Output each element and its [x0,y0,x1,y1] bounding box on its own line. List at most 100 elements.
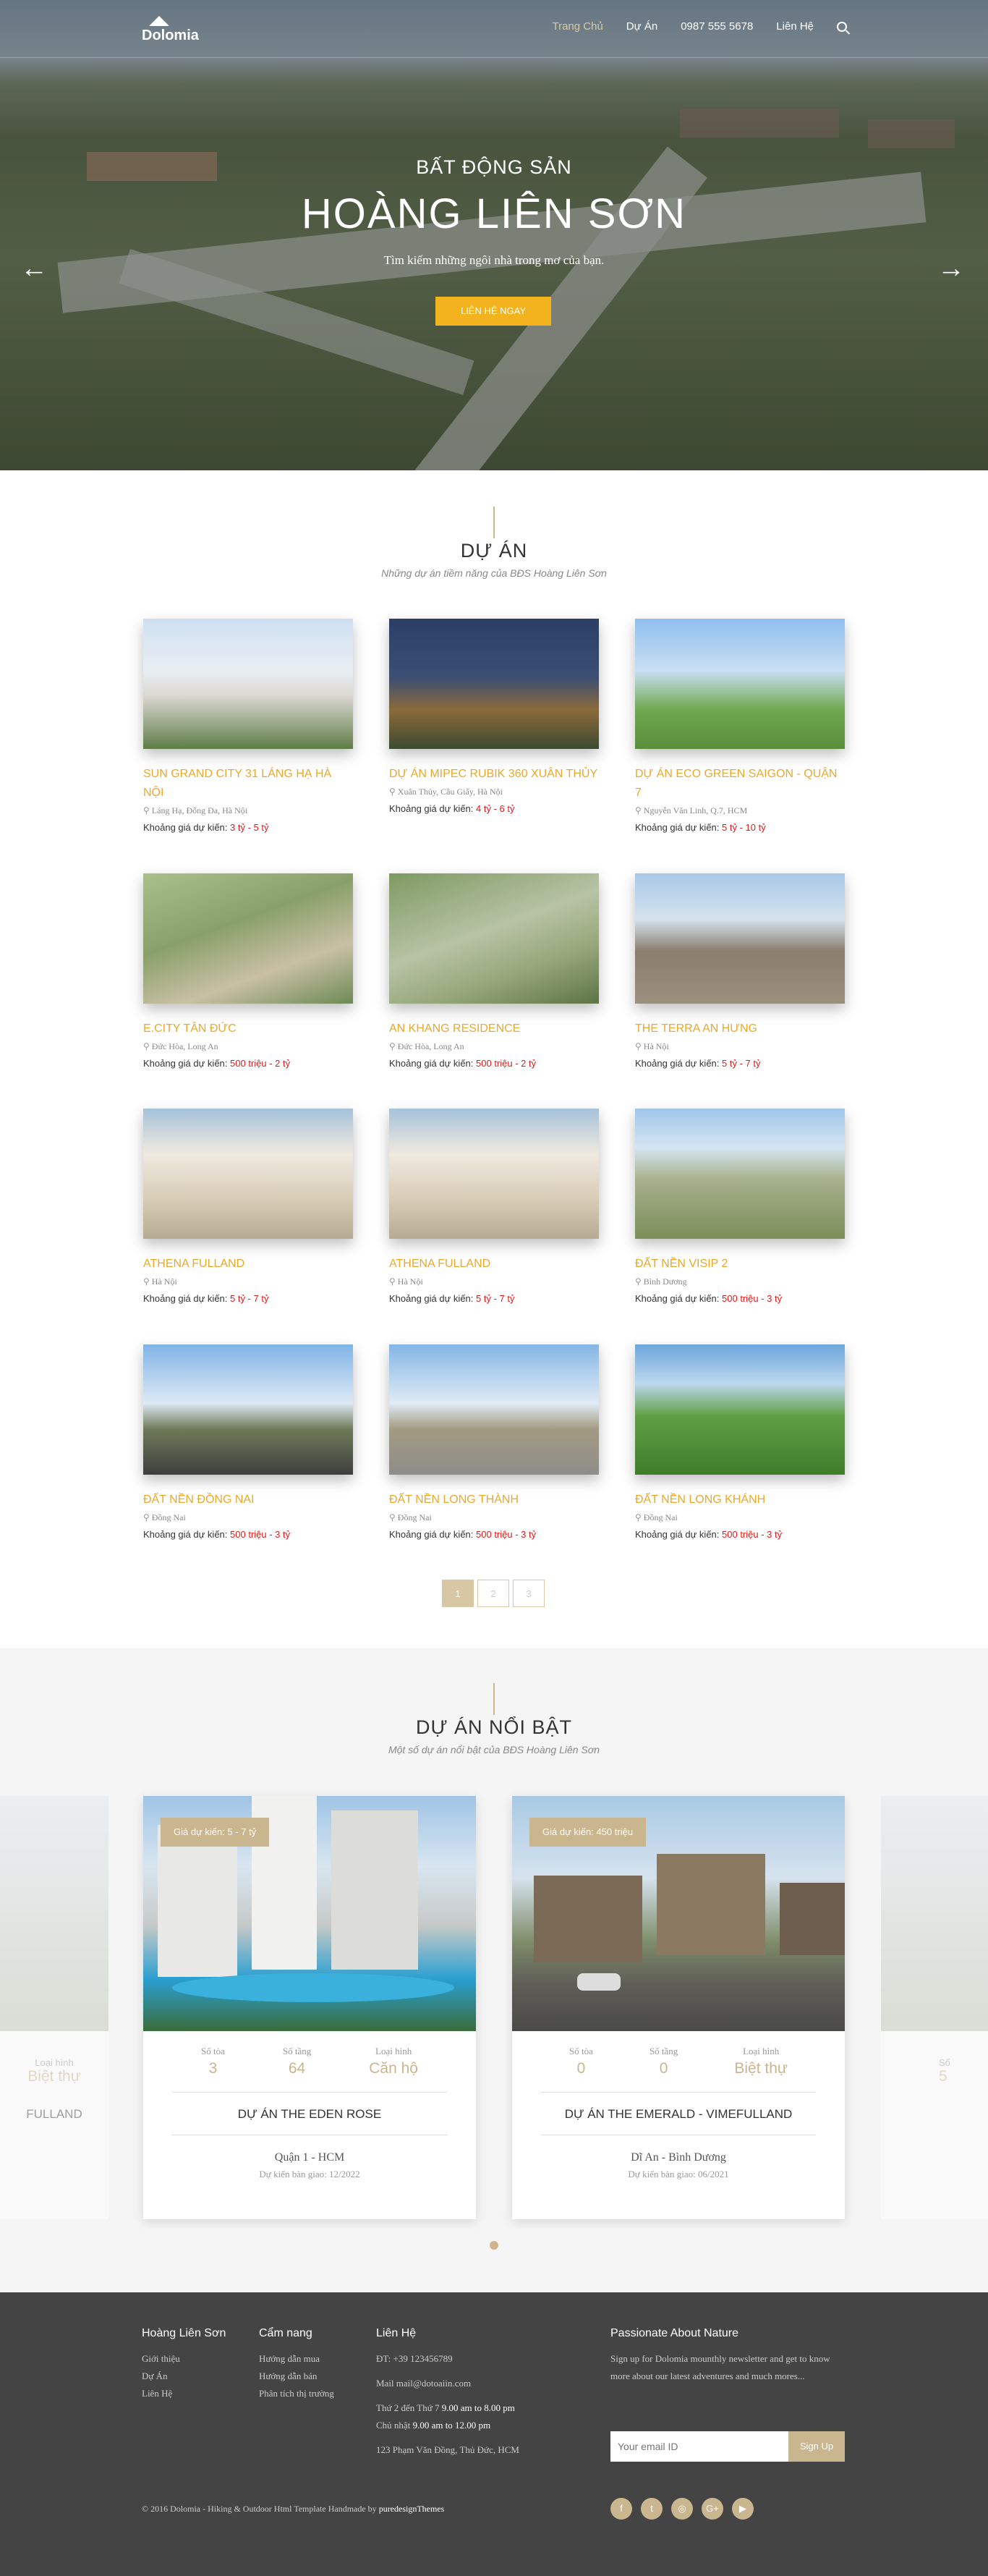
top-nav: Dolomia Trang Chủ Dự Án 0987 555 5678 Li… [0,0,988,58]
project-card[interactable]: ĐẤT NỀN ĐỒNG NAI Đồng Nai Khoảng giá dự ki… [143,1344,353,1540]
project-price: Khoảng giá dự kiến: 4 tỷ - 6 tỷ [389,803,599,814]
hours-label: Chủ nhật [376,2420,413,2431]
project-price: Khoảng giá dự kiến: 500 triệu - 3 tỷ [143,1529,353,1540]
footer-col-newsletter: Passionate About Nature Sign up for Dolo… [610,2327,845,2385]
ghost-type-label: Loại hình [35,2057,74,2068]
featured-stats: Số tòa 3 Số tầng 64 Loại hình Căn hộ [143,2046,476,2077]
featured-card-ghost-left[interactable]: Loại hình Biệt thự FULLAND [0,1796,108,2219]
price-label: Khoảng giá dự kiến: [143,1529,231,1540]
featured-card[interactable]: Giá dự kiến: 450 triệu Số tòa 0 Số tầng 0 … [512,1796,845,2219]
footer-phone: ĐT: +39 123456789 [376,2353,453,2364]
project-title[interactable]: DỰ ÁN MIPEC RUBIK 360 XUÂN THỦY [389,765,599,784]
carousel-dot[interactable] [490,2241,498,2250]
stat-label: Số tòa [201,2046,225,2056]
email-input[interactable] [610,2431,788,2462]
price-value: 3 tỷ - 5 tỷ [230,822,269,833]
featured-card[interactable]: Giá dự kiến: 5 - 7 tỷ Số tòa 3 Số tầng 64 … [143,1796,476,2219]
project-image[interactable] [389,873,599,1004]
copyright-text: © 2016 Dolomia - Hiking & Outdoor Html T… [142,2504,379,2514]
project-image[interactable] [635,873,845,1004]
project-card[interactable]: DỰ ÁN ECO GREEN SAIGON - QUẬN 7 Nguyễn Vă… [635,619,845,833]
project-image[interactable] [389,1344,599,1475]
price-label: Khoảng giá dự kiến: [143,1058,231,1069]
project-title[interactable]: E.CITY TÂN ĐỨC [143,1020,353,1038]
footer-link[interactable]: Phân tích thị trường [259,2385,334,2402]
project-card[interactable]: AN KHANG RESIDENCE Đức Hòa, Long An Khoảng… [389,873,599,1069]
page-2-button[interactable]: 2 [477,1580,509,1607]
project-image[interactable] [635,1109,845,1239]
featured-name[interactable]: DỰ ÁN THE EDEN ROSE [172,2092,447,2135]
project-title[interactable]: DỰ ÁN ECO GREEN SAIGON - QUẬN 7 [635,765,845,802]
featured-name[interactable]: DỰ ÁN THE EMERALD - VIMEFULLAND [541,2092,816,2135]
copyright-link[interactable]: puredesignThemes [379,2504,445,2514]
instagram-icon[interactable]: ◎ [671,2498,693,2520]
project-image[interactable] [143,1344,353,1475]
project-title[interactable]: ĐẤT NỀN LONG THÀNH [389,1491,599,1509]
footer-link[interactable]: Liên Hệ [142,2385,226,2402]
project-title[interactable]: SUN GRAND CITY 31 LÁNG HẠ HÀ NỘI [143,765,353,802]
project-image[interactable] [389,619,599,749]
project-card[interactable]: ĐẤT NỀN VISIP 2 Bình Dương Khoảng giá dự k… [635,1109,845,1304]
nav-phone[interactable]: 0987 555 5678 [681,20,753,33]
project-title[interactable]: ĐẤT NỀN VISIP 2 [635,1255,845,1274]
footer-link[interactable]: Dự Án [142,2368,226,2385]
footer-heading: Hoàng Liên Sơn [142,2327,226,2339]
facebook-icon[interactable]: f [610,2498,632,2520]
page-1-button[interactable]: 1 [442,1580,474,1607]
prev-arrow-icon[interactable]: ← [20,255,48,282]
project-location: Đồng Nai [143,1512,353,1523]
youtube-icon[interactable]: ▶ [732,2498,754,2520]
price-badge: Giá dự kiến: 5 - 7 tỷ [161,1818,270,1847]
contact-now-button[interactable]: LIÊN HỆ NGAY [435,297,551,326]
project-location: Đức Hòa, Long An [389,1041,599,1052]
price-label: Khoảng giá dự kiến: [143,1293,231,1304]
logo-text: Dolomia [142,27,199,43]
project-image[interactable] [635,619,845,749]
nav-contact[interactable]: Liên Hệ [776,20,814,33]
search-icon[interactable] [837,21,847,32]
page-3-button[interactable]: 3 [513,1580,545,1607]
twitter-icon[interactable]: t [641,2498,663,2520]
project-image[interactable] [635,1344,845,1475]
project-image[interactable] [143,619,353,749]
price-value: 500 triệu - 3 tỷ [722,1529,783,1540]
project-image[interactable] [389,1109,599,1239]
nav-home[interactable]: Trang Chủ [552,20,602,33]
price-value: 500 triệu - 3 tỷ [230,1529,291,1540]
project-card[interactable]: E.CITY TÂN ĐỨC Đức Hòa, Long An Khoảng giá… [143,873,353,1069]
project-location: Hà Nội [143,1276,353,1287]
project-title[interactable]: THE TERRA AN HƯNG [635,1020,845,1038]
footer-mail[interactable]: Mail mail@dotoaiin.com [376,2375,519,2392]
featured-title: DỰ ÁN NỔI BẬT [415,1716,573,1738]
google-plus-icon[interactable]: G+ [702,2498,723,2520]
stat-value: 0 [659,2060,668,2077]
featured-card-ghost-right[interactable]: Số 5 [881,1796,988,2219]
sign-up-button[interactable]: Sign Up [788,2431,845,2462]
project-title[interactable]: ATHENA FULLAND [389,1255,599,1274]
project-title[interactable]: ATHENA FULLAND [143,1255,353,1274]
footer-col-guide: Cẩm nang Hướng dẫn mua Hướng dẫn bán Phâ… [259,2327,334,2402]
footer-link[interactable]: Hướng dẫn bán [259,2368,334,2385]
project-title[interactable]: AN KHANG RESIDENCE [389,1020,599,1038]
stat-value: Căn hộ [369,2060,418,2077]
project-image[interactable] [143,1109,353,1239]
project-title[interactable]: ĐẤT NỀN LONG KHÁNH [635,1491,845,1509]
footer-address: 123 Phạm Văn Đồng, Thủ Đức, HCM [376,2444,519,2455]
project-card[interactable]: ATHENA FULLAND Hà Nội Khoảng giá dự kiến: … [143,1109,353,1304]
nav-projects[interactable]: Dự Án [626,20,657,33]
next-arrow-icon[interactable]: → [937,255,965,282]
project-card[interactable]: SUN GRAND CITY 31 LÁNG HẠ HÀ NỘI Láng Hạ,… [143,619,353,833]
project-card[interactable]: THE TERRA AN HƯNG Hà Nội Khoảng giá dự kiế… [635,873,845,1069]
project-card[interactable]: ĐẤT NỀN LONG KHÁNH Đồng Nai Khoảng giá dự … [635,1344,845,1540]
featured-date: Dự kiến bàn giao: 06/2021 [628,2169,729,2179]
project-card[interactable]: ĐẤT NỀN LONG THÀNH Đồng Nai Khoảng giá dự … [389,1344,599,1540]
footer-link[interactable]: Giới thiệu [142,2350,226,2368]
project-price: Khoảng giá dự kiến: 500 triệu - 3 tỷ [635,1529,845,1540]
logo[interactable]: Dolomia [142,16,199,44]
project-card[interactable]: DỰ ÁN MIPEC RUBIK 360 XUÂN THỦY Xuân Thủy… [389,619,599,814]
project-title[interactable]: ĐẤT NỀN ĐỒNG NAI [143,1491,353,1509]
project-image[interactable] [143,873,353,1004]
footer-link[interactable]: Hướng dẫn mua [259,2350,334,2368]
stat-value: 64 [288,2060,306,2077]
project-card[interactable]: ATHENA FULLAND Hà Nội Khoảng giá dự kiến: … [389,1109,599,1304]
